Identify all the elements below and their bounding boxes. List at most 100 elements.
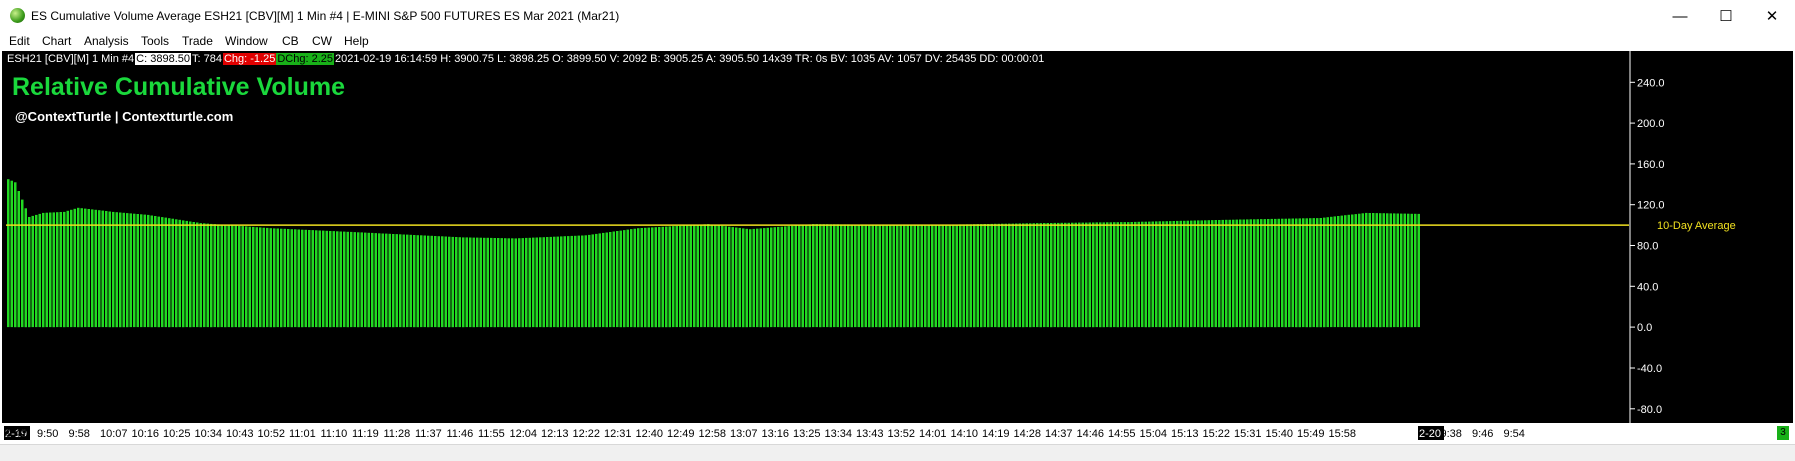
volume-bar [28,217,31,328]
volume-bar [1046,223,1049,328]
x-tick-label: 12:22 [573,428,601,440]
menu-cb[interactable]: CB [282,34,299,48]
volume-bar [1407,213,1410,328]
volume-bar [1057,222,1060,328]
x-tick-label: 13:52 [888,428,916,440]
x-tick-label: 15:04 [1140,428,1168,440]
volume-bar [644,227,647,328]
volume-bar [399,234,402,328]
volume-bar [497,238,500,328]
volume-bar [136,214,139,328]
volume-bar [1109,222,1112,328]
volume-bar [1347,214,1350,328]
x-tick-label: 10:43 [226,428,254,440]
volume-bar [857,224,860,328]
chart-title: Relative Cumulative Volume [12,73,345,101]
volume-bar [1225,219,1228,328]
volume-bar [1106,222,1109,328]
menu-cw[interactable]: CW [312,34,332,48]
volume-bar [1134,221,1137,328]
volume-bar [973,224,976,328]
close-button[interactable]: ✕ [1749,0,1795,32]
x-tick-label: 12:40 [636,428,664,440]
volume-bar [367,232,370,328]
x-tick-label: 15:58 [1329,428,1357,440]
volume-bar [245,226,248,328]
volume-bar [17,191,20,328]
volume-bar [1141,221,1144,328]
volume-bar [549,236,552,328]
volume-bar [1190,220,1193,328]
volume-bar [742,228,745,328]
y-tick-label: -80.0 [1637,404,1662,416]
volume-bar [738,227,741,328]
volume-bar [822,224,825,328]
volume-bar [10,180,13,328]
volume-bar [966,224,969,328]
volume-bar [588,234,591,328]
menu-tools[interactable]: Tools [141,34,169,48]
menu-window[interactable]: Window [225,34,268,48]
volume-bar [574,235,577,328]
x-tick-label: 15:13 [1171,428,1199,440]
x-tick-label: 11:01 [289,428,316,440]
volume-bar [854,224,857,328]
volume-bar [987,224,990,328]
volume-bar [969,224,972,328]
volume-bar [1155,221,1158,328]
menu-trade[interactable]: Trade [182,34,213,48]
status-details: 2021-02-19 16:14:59 H: 3900.75 L: 3898.2… [335,53,1045,65]
volume-bar [871,224,874,328]
volume-bar [500,238,503,328]
volume-bar [640,228,643,328]
menu-edit[interactable]: Edit [9,34,30,48]
volume-bar [7,179,10,328]
volume-bar [745,228,748,328]
status-day-change: DChg: 2.25 [276,53,334,65]
x-tick-label: 13:16 [762,428,790,440]
volume-bar [577,235,580,328]
volume-bar [980,224,983,328]
volume-bar [458,237,461,328]
volume-bar [885,224,888,328]
volume-bar [87,209,90,328]
volume-bar [210,223,213,328]
reference-line-label: 10-Day Average [1657,220,1736,232]
status-symbol: ESH21 [CBV][M] 1 Min #4 [7,53,135,65]
volume-bar [1102,222,1105,328]
chart-panel[interactable]: 10-Day Average 240.0 200.0 160.0 120.0 80.0 40… [2,51,1793,423]
volume-bar [535,237,538,328]
minimize-button[interactable]: — [1657,0,1703,32]
volume-bar [924,225,927,328]
menu-chart[interactable]: Chart [42,34,71,48]
volume-bar [927,225,930,328]
menu-help[interactable]: Help [344,34,369,48]
volume-bar [259,227,262,328]
volume-bar [710,224,713,328]
chart-plot[interactable]: 10-Day Average 240.0 200.0 160.0 120.0 80.0 40… [2,51,1793,423]
volume-bar [1242,219,1245,328]
volume-bar [899,225,902,328]
volume-bar [1218,220,1221,328]
horizontal-scrollbar[interactable] [0,444,1795,461]
x-tick-label: 9:46 [1472,428,1493,440]
volume-bar [490,237,493,328]
maximize-button[interactable]: ☐ [1703,0,1749,32]
x-tick-label: 9:42 [6,428,27,440]
volume-bar [1382,213,1385,328]
volume-bar [1116,222,1119,328]
x-tick-label: 14:28 [1014,428,1042,440]
volume-bar [934,224,937,328]
volume-bar [381,233,384,328]
menu-analysis[interactable]: Analysis [84,34,129,48]
volume-bar [983,224,986,328]
volume-bar [451,236,454,328]
volume-bar [1018,223,1021,328]
volume-bar [780,226,783,328]
volume-bar [773,227,776,328]
volume-bar [476,237,479,328]
volume-bar [626,229,629,328]
x-tick-label: 11:19 [352,428,379,440]
volume-bar [1064,222,1067,328]
x-tick-label: 12:31 [604,428,632,440]
